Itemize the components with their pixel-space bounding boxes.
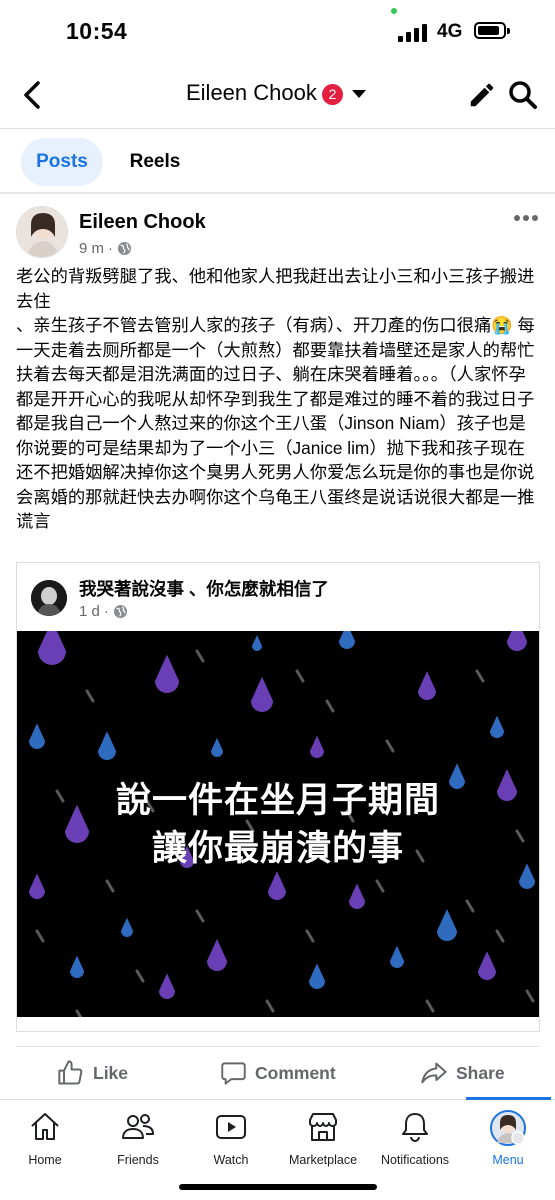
nav-friends[interactable]: Friends xyxy=(93,1102,183,1172)
like-label: Like xyxy=(93,1062,129,1083)
more-options-icon[interactable] xyxy=(514,215,538,223)
nav-label-watch: Watch xyxy=(213,1153,249,1167)
tab-reels[interactable]: Reels xyxy=(120,138,190,186)
post-meta: 9 m · xyxy=(79,240,132,257)
share-label: Share xyxy=(456,1062,505,1083)
edit-pencil-icon[interactable] xyxy=(467,80,497,110)
shared-post-meta: 1 d · xyxy=(79,603,128,620)
shared-post-timestamp[interactable]: 1 d xyxy=(79,603,100,620)
globe-icon xyxy=(113,604,127,619)
nav-label-menu: Menu xyxy=(492,1153,524,1167)
status-time: 10:54 xyxy=(66,18,128,44)
notification-badge: 2 xyxy=(322,84,343,105)
comment-label: Comment xyxy=(255,1062,336,1083)
nav-label-notifications: Notifications xyxy=(380,1153,450,1167)
friends-icon xyxy=(122,1114,154,1139)
marketplace-icon xyxy=(309,1113,337,1141)
post-timestamp[interactable]: 9 m xyxy=(79,240,104,257)
header-divider xyxy=(0,128,555,129)
meta-separator: · xyxy=(108,240,114,257)
like-button[interactable]: Like xyxy=(57,1056,128,1090)
globe-icon xyxy=(117,241,132,256)
profile-name-title[interactable]: Eileen Chook xyxy=(186,80,317,106)
home-indicator xyxy=(179,1184,377,1190)
nav-label-friends: Friends xyxy=(117,1153,159,1167)
shared-post-title[interactable]: 我哭著說沒事 、你怎麼就相信了 xyxy=(79,576,329,601)
nav-marketplace[interactable]: Marketplace xyxy=(278,1102,368,1172)
network-label: 4G xyxy=(437,21,463,42)
comment-icon xyxy=(221,1061,246,1085)
signal-icon xyxy=(398,24,430,42)
share-button[interactable]: Share xyxy=(420,1056,505,1090)
tab-posts[interactable]: Posts xyxy=(21,138,103,186)
nav-menu[interactable]: Menu xyxy=(463,1102,553,1172)
home-icon xyxy=(31,1113,59,1140)
bell-icon xyxy=(402,1113,428,1143)
chevron-down-icon[interactable] xyxy=(352,90,366,98)
meta-separator: · xyxy=(103,603,109,620)
action-divider xyxy=(16,1046,539,1047)
nav-notifications[interactable]: Notifications xyxy=(370,1102,460,1172)
watch-icon xyxy=(216,1115,246,1139)
nav-label-marketplace: Marketplace xyxy=(288,1153,358,1167)
camera-indicator-dot xyxy=(391,8,397,14)
active-tab-indicator xyxy=(466,1097,551,1100)
battery-icon xyxy=(474,22,510,39)
image-text-line-2: 讓你最崩潰的事 xyxy=(151,829,404,868)
post-text: 老公的背叛劈腿了我、他和他家人把我赶出去让小三和小三孩子搬进去住 、亲生孩子不管… xyxy=(16,266,535,531)
comment-button[interactable]: Comment xyxy=(220,1056,336,1090)
shared-post-avatar[interactable] xyxy=(31,580,67,616)
menu-avatar xyxy=(490,1110,526,1146)
nav-label-home: Home xyxy=(28,1153,62,1167)
nav-home[interactable]: Home xyxy=(0,1102,90,1172)
back-arrow-icon[interactable] xyxy=(18,78,48,112)
section-divider xyxy=(0,192,555,194)
nav-watch[interactable]: Watch xyxy=(186,1102,276,1172)
image-text-line-1: 說一件在坐月子期間 xyxy=(115,781,440,820)
post-author-name[interactable]: Eileen Chook xyxy=(79,211,206,234)
thumbs-up-icon xyxy=(58,1060,83,1085)
search-icon[interactable] xyxy=(507,79,539,111)
share-arrow-icon xyxy=(421,1062,447,1084)
author-avatar[interactable] xyxy=(16,206,68,258)
